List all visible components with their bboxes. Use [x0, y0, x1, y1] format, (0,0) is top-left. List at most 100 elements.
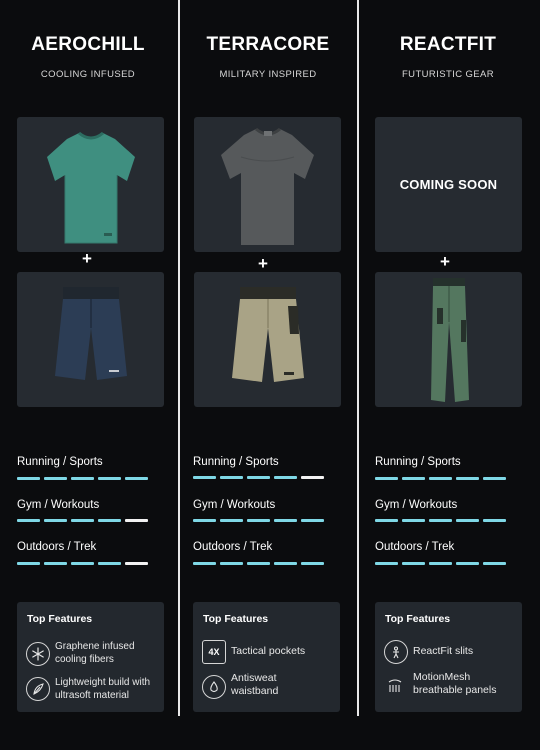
activity-label-gym: Gym / Workouts	[375, 499, 458, 511]
rating-bar-outdoors	[375, 562, 506, 565]
joggers-image-card[interactable]	[375, 272, 522, 407]
rating-segment	[301, 562, 324, 565]
rating-segment	[44, 477, 67, 480]
rating-segment	[483, 562, 506, 565]
rating-segment	[193, 562, 216, 565]
rating-segment	[456, 562, 479, 565]
feature-text: Graphene infused cooling fibers	[55, 641, 135, 665]
brand-title: TERRACORE	[206, 34, 330, 55]
activity-label-gym: Gym / Workouts	[17, 499, 100, 511]
rating-bar-gym	[17, 519, 148, 522]
shorts-image-card[interactable]	[194, 272, 341, 407]
rating-segment	[402, 519, 425, 522]
features-title: Top Features	[385, 613, 451, 625]
product-column-reactfit: REACTFIT FUTURISTIC GEAR COMING SOON + R…	[375, 0, 525, 750]
product-column-aerochill: AEROCHILL COOLING INFUSED + Running / Sp…	[17, 0, 167, 750]
rating-segment	[71, 477, 94, 480]
brand-tagline: FUTURISTIC GEAR	[401, 69, 495, 80]
rating-segment	[44, 519, 67, 522]
feather-icon	[26, 677, 50, 701]
rating-segment	[274, 476, 297, 479]
feature-text: Tactical pockets	[231, 645, 306, 657]
rating-segment	[456, 519, 479, 522]
activity-label-running: Running / Sports	[375, 456, 461, 468]
rating-bar-gym	[193, 519, 324, 522]
rating-segment	[301, 476, 324, 479]
rating-segment	[483, 519, 506, 522]
product-column-terracore: TERRACORE MILITARY INSPIRED + Running / …	[193, 0, 343, 750]
rating-segment	[71, 562, 94, 565]
activity-label-outdoors: Outdoors / Trek	[193, 541, 273, 553]
pockets-badge: 4X	[208, 647, 220, 657]
rating-segment	[429, 562, 452, 565]
rating-segment	[274, 562, 297, 565]
rating-segment	[429, 477, 452, 480]
brand-tagline: MILITARY INSPIRED	[219, 69, 317, 80]
rating-segment	[17, 562, 40, 565]
rating-segment	[402, 477, 425, 480]
navy-shorts-image	[55, 287, 127, 380]
rating-segment	[17, 519, 40, 522]
pockets-4x-icon: 4X	[202, 640, 226, 664]
coming-soon-label: COMING SOON	[399, 177, 498, 192]
plus-sign: +	[82, 249, 92, 268]
feature-text: MotionMesh breathable panels	[413, 671, 497, 696]
rating-segment	[44, 562, 67, 565]
rating-segment	[375, 562, 398, 565]
rating-segment	[301, 519, 324, 522]
coming-soon-card[interactable]: COMING SOON	[375, 117, 522, 252]
rating-segment	[125, 562, 148, 565]
rating-segment	[247, 476, 270, 479]
activity-label-gym: Gym / Workouts	[193, 499, 276, 511]
activity-label-running: Running / Sports	[193, 456, 279, 468]
green-tshirt-image	[47, 131, 135, 244]
rating-segment	[193, 519, 216, 522]
features-title: Top Features	[27, 613, 93, 625]
rating-bar-running	[17, 477, 148, 480]
rating-segment	[402, 562, 425, 565]
mesh-icon	[384, 674, 406, 696]
rating-segment	[274, 519, 297, 522]
rating-segment	[17, 477, 40, 480]
rating-segment	[375, 519, 398, 522]
plus-sign: +	[440, 252, 450, 271]
khaki-shorts-image	[232, 287, 304, 382]
top-features-card: Top Features 4X Tactical pockets Antiswe…	[193, 602, 340, 712]
rating-segment	[125, 477, 148, 480]
plus-sign: +	[258, 254, 268, 273]
tshirt-image-card[interactable]	[17, 117, 164, 252]
rating-segment	[71, 519, 94, 522]
waistband-icon	[202, 675, 226, 699]
features-title: Top Features	[203, 613, 269, 625]
grey-tshirt-image	[221, 127, 314, 245]
brand-title: AEROCHILL	[31, 34, 145, 55]
feature-text: ReactFit slits	[413, 645, 474, 657]
rating-segment	[429, 519, 452, 522]
activity-label-outdoors: Outdoors / Trek	[375, 541, 455, 553]
feature-text: Lightweight build with ultrasoft materia…	[55, 677, 151, 701]
rating-segment	[220, 519, 243, 522]
rating-segment	[375, 477, 398, 480]
rating-segment	[98, 519, 121, 522]
feature-text: Antisweat waistband	[231, 672, 279, 697]
activity-label-outdoors: Outdoors / Trek	[17, 541, 97, 553]
rating-bar-outdoors	[193, 562, 324, 565]
activity-label-running: Running / Sports	[17, 456, 103, 468]
rating-segment	[483, 477, 506, 480]
brand-title: REACTFIT	[399, 34, 497, 55]
rating-bar-outdoors	[17, 562, 148, 565]
rating-segment	[98, 562, 121, 565]
rating-segment	[220, 476, 243, 479]
shorts-image-card[interactable]	[17, 272, 164, 407]
rating-segment	[193, 476, 216, 479]
tshirt-image-card[interactable]	[194, 117, 341, 252]
column-divider-left	[178, 0, 180, 716]
rating-bar-running	[375, 477, 506, 480]
rating-bar-running	[193, 476, 324, 479]
column-divider-right	[357, 0, 359, 716]
green-joggers-image	[431, 278, 469, 402]
slits-icon	[384, 640, 408, 664]
snowflake-icon	[26, 642, 50, 666]
top-features-card: Top Features Graphene infused cooling fi…	[17, 602, 164, 712]
rating-segment	[247, 519, 270, 522]
